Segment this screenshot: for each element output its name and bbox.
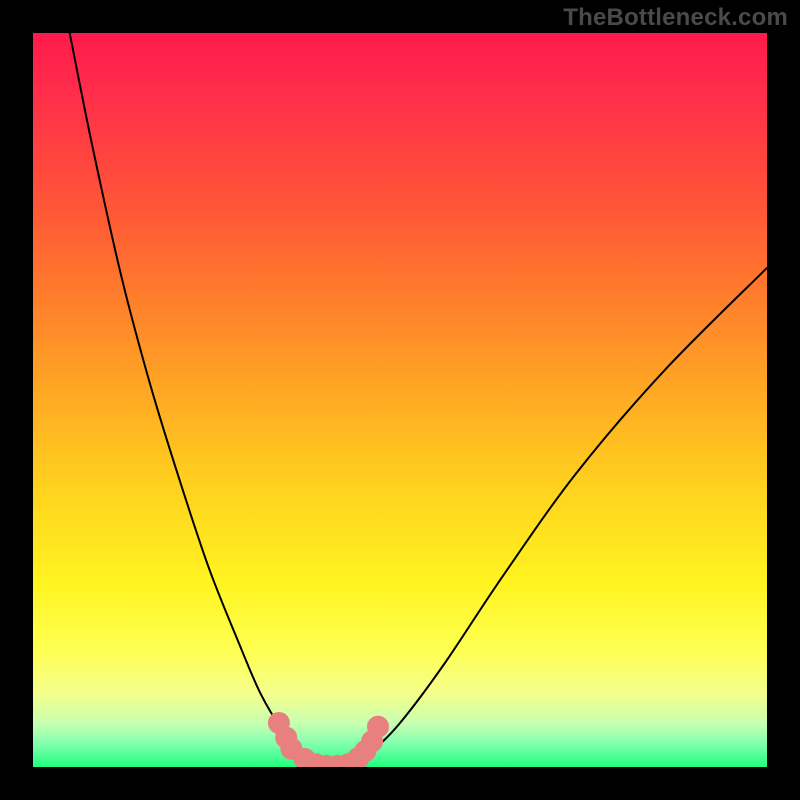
curves-svg (33, 33, 767, 767)
highlight-markers (268, 712, 389, 767)
chart-frame: TheBottleneck.com (0, 0, 800, 800)
right-curve (349, 268, 767, 767)
plot-area (33, 33, 767, 767)
watermark-text: TheBottleneck.com (563, 4, 788, 32)
marker-dot (367, 716, 389, 738)
left-curve (70, 33, 316, 767)
